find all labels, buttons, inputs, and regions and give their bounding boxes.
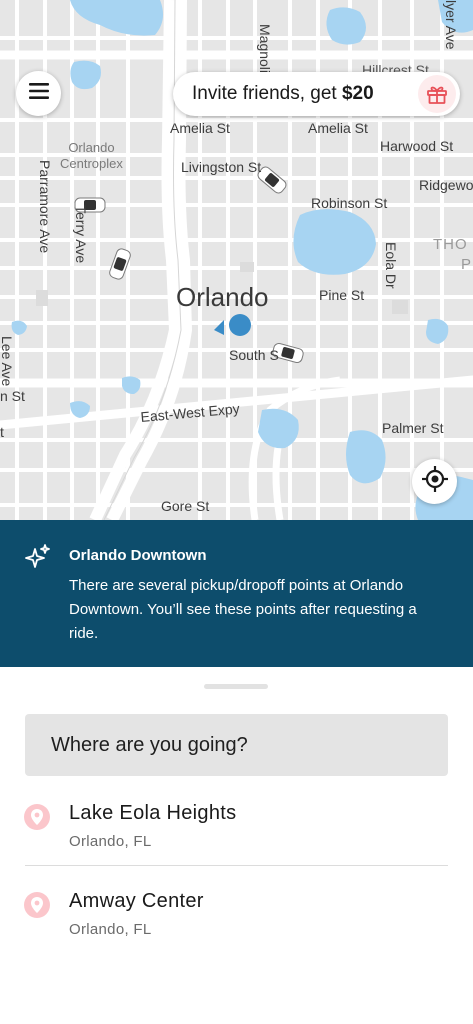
banner-title: Orlando Downtown (69, 547, 207, 564)
city-label: Orlando (176, 282, 269, 312)
crosshair-locate-icon (421, 465, 449, 498)
street-label-ridgewood: Ridgewo (419, 177, 473, 193)
street-label-amelia-left: Amelia St (170, 120, 230, 136)
invite-text: Invite friends, get $20 (192, 83, 374, 104)
place-subtitle: Orlando, FL (69, 921, 152, 938)
invite-amount: $20 (341, 83, 374, 104)
street-label-terry: Terry Ave (73, 205, 89, 264)
map-view[interactable]: Amelia St Amelia St Livingston St Harwoo… (0, 0, 473, 520)
street-label-pine: Pine St (319, 287, 365, 303)
location-pin-icon (24, 804, 50, 830)
destination-search-input[interactable]: Where are you going? (25, 714, 448, 776)
recent-place-item[interactable]: Lake Eola Heights Orlando, FL (0, 780, 473, 860)
street-label-harwood: Harwood St (380, 138, 454, 154)
street-label-palmer: Palmer St (382, 420, 444, 436)
sheet-drag-handle[interactable] (204, 684, 268, 689)
street-label-edge-t: t (0, 424, 4, 440)
poi-label-centroplex: Orlando Centroplex (60, 140, 123, 171)
place-name: Lake Eola Heights (69, 802, 237, 824)
gift-icon (418, 75, 456, 113)
street-label-parramore: Parramore Ave (37, 160, 53, 254)
neighborhood-label: THO (433, 236, 468, 253)
street-label-livingston: Livingston St (181, 159, 262, 175)
list-divider (25, 865, 448, 866)
place-subtitle: Orlando, FL (69, 833, 152, 850)
street-label-lee: Lee Ave (0, 336, 15, 387)
street-label-robinson: Robinson St (311, 195, 388, 211)
menu-button[interactable] (16, 71, 61, 116)
street-label-gore: Gore St (161, 498, 210, 514)
locate-me-button[interactable] (412, 459, 457, 504)
street-label-edge-st: n St (0, 388, 25, 404)
sparkle-icon (24, 543, 52, 576)
invite-friends-button[interactable]: Invite friends, get $20 (173, 72, 460, 116)
banner-body: There are several pickup/dropoff points … (69, 577, 417, 642)
street-label-amelia-right: Amelia St (308, 120, 368, 136)
street-label-eola: Eola Dr (383, 242, 399, 289)
search-placeholder: Where are you going? (51, 733, 248, 756)
place-name: Amway Center (69, 890, 204, 912)
location-pin-icon (24, 892, 50, 918)
street-label-top-right-ave: lyer Ave (443, 0, 459, 50)
hamburger-menu-icon (28, 83, 49, 104)
street-label-south: South S (229, 347, 279, 363)
recent-place-item[interactable]: Amway Center Orlando, FL (0, 868, 473, 948)
neighborhood-label-2: P (461, 256, 473, 273)
